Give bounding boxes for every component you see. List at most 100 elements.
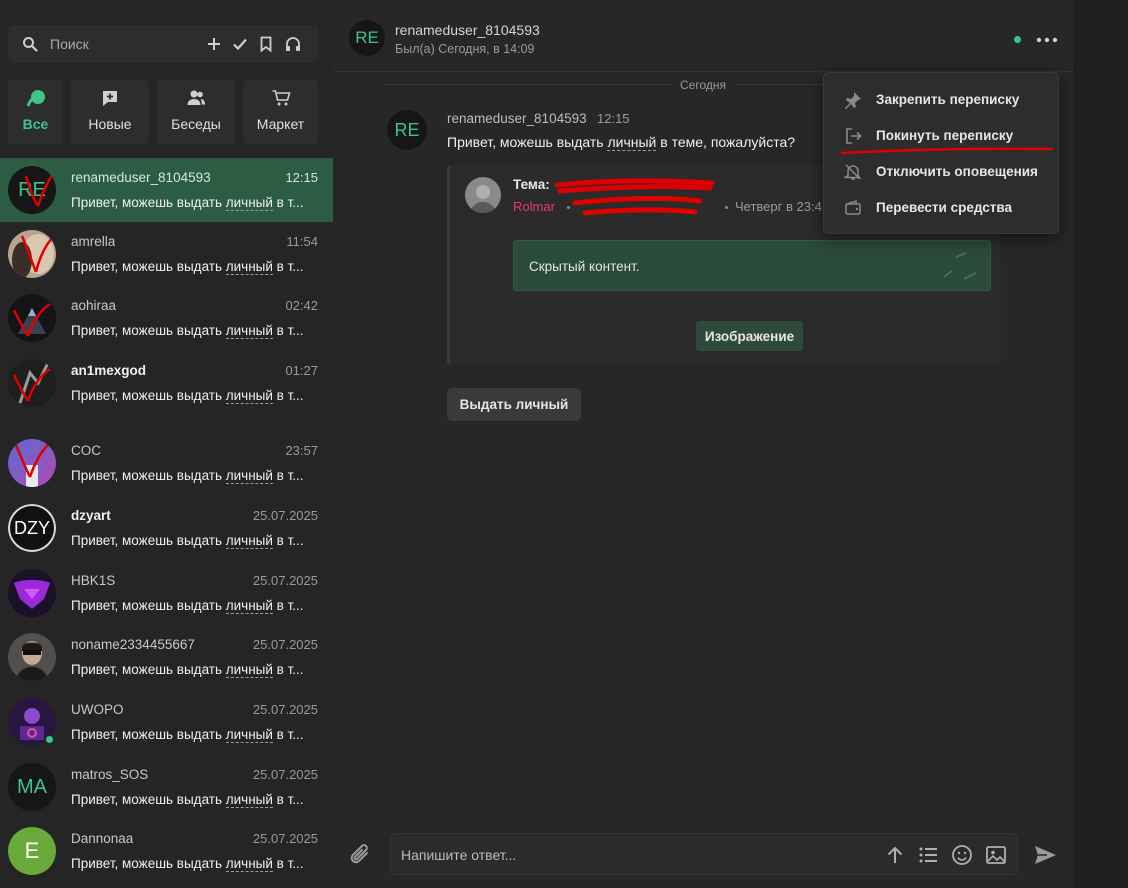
chat-preview: Привет, можешь выдать личный в т... xyxy=(71,662,304,678)
chat-item-renameduser[interactable]: RE renameduser_8104593 12:15 Привет, мож… xyxy=(0,158,333,222)
tab-label: Новые xyxy=(88,116,132,132)
cart-icon xyxy=(271,88,291,108)
avatar: E xyxy=(8,827,56,875)
chat-time: 25.07.2025 xyxy=(252,573,318,588)
tab-market[interactable]: Маркет xyxy=(243,80,318,144)
message-author[interactable]: renameduser_8104593 xyxy=(447,111,587,126)
chat-name: an1mexgod xyxy=(71,363,147,378)
outer-background xyxy=(1073,0,1128,888)
leaf-icon xyxy=(26,88,46,108)
chat-time: 12:15 xyxy=(285,170,318,185)
thread-date: Четверг в 23:4 xyxy=(735,199,822,214)
conversation-sidebar: Поиск Все Новые Беседы Маркет RE renamed… xyxy=(0,0,333,888)
bookmark-icon[interactable] xyxy=(257,35,275,53)
avatar: RE xyxy=(8,166,56,214)
avatar: DZY xyxy=(8,504,56,552)
chat-item-noname[interactable]: noname2334455667 25.07.2025 Привет, може… xyxy=(0,625,333,689)
plus-icon[interactable] xyxy=(205,35,223,53)
chat-preview: Привет, можешь выдать личный в т... xyxy=(71,792,304,808)
send-icon[interactable] xyxy=(1032,842,1058,868)
redaction-scribble xyxy=(555,178,715,216)
chat-name: renameduser_8104593 xyxy=(71,170,211,185)
chat-time: 25.07.2025 xyxy=(252,508,318,523)
chat-preview: Привет, можешь выдать личный в т... xyxy=(71,533,304,549)
chat-item-dzyart[interactable]: DZY dzyart 25.07.2025 Привет, можешь выд… xyxy=(0,496,333,560)
search-icon xyxy=(22,36,38,52)
avatar[interactable]: RE xyxy=(387,110,427,150)
list-icon[interactable] xyxy=(917,844,939,866)
avatar xyxy=(465,177,501,213)
hidden-content-label: Скрытый контент. xyxy=(529,259,640,274)
image-button[interactable]: Изображение xyxy=(696,321,803,351)
conversation-context-menu: Закрепить переписку Покинуть переписку О… xyxy=(823,72,1059,234)
search-input[interactable]: Поиск xyxy=(50,36,89,52)
chat-name: aohiraa xyxy=(71,298,117,313)
more-options-icon[interactable] xyxy=(1034,30,1060,50)
thread-author[interactable]: Rolmar xyxy=(513,199,555,214)
watermark-icon xyxy=(943,252,977,280)
avatar xyxy=(8,294,56,342)
chat-item-matros[interactable]: MA matros_SOS 25.07.2025 Привет, можешь … xyxy=(0,755,333,819)
avatar xyxy=(8,439,56,487)
tab-label: Все xyxy=(22,116,49,132)
chat-time: 25.07.2025 xyxy=(252,831,318,846)
message-composer xyxy=(390,833,1018,875)
message-text: Привет, можешь выдать личный в теме, пож… xyxy=(447,134,796,151)
chat-item-amrella[interactable]: amrella 11:54 Привет, можешь выдать личн… xyxy=(0,222,333,286)
last-seen-status: Был(а) Сегодня, в 14:09 xyxy=(395,42,535,56)
grant-personal-button[interactable]: Выдать личный xyxy=(447,388,581,421)
chat-name: noname2334455667 xyxy=(71,637,195,652)
search-bar[interactable]: Поиск xyxy=(8,25,318,63)
conversation-header: RE renameduser_8104593 Был(а) Сегодня, в… xyxy=(333,0,1073,72)
wallet-icon xyxy=(844,199,862,217)
chat-item-dannonaa[interactable]: E Dannonaa 25.07.2025 Привет, можешь выд… xyxy=(0,819,333,883)
chat-time: 25.07.2025 xyxy=(252,767,318,782)
chat-preview: Привет, можешь выдать личный в т... xyxy=(71,598,304,614)
users-icon xyxy=(186,88,206,108)
messenger-window: Поиск Все Новые Беседы Маркет RE renamed… xyxy=(0,0,1073,888)
online-indicator xyxy=(44,734,55,745)
conversation-title[interactable]: renameduser_8104593 xyxy=(395,22,540,38)
tab-conversations[interactable]: Беседы xyxy=(157,80,235,144)
chat-name: COC xyxy=(71,443,101,458)
paperclip-icon[interactable] xyxy=(348,842,374,868)
chat-time: 01:27 xyxy=(285,363,318,378)
message-time: 12:15 xyxy=(597,111,630,126)
tab-all[interactable]: Все xyxy=(8,80,63,144)
chat-time: 11:54 xyxy=(286,234,318,249)
tab-label: Маркет xyxy=(256,116,305,132)
emoji-icon[interactable] xyxy=(951,844,973,866)
chat-plus-icon xyxy=(100,88,120,108)
online-indicator xyxy=(1014,36,1021,43)
arrow-up-icon[interactable] xyxy=(884,844,906,866)
chat-item-aohiraa[interactable]: aohiraa 02:42 Привет, можешь выдать личн… xyxy=(0,286,333,350)
menu-item-mute[interactable]: Отключить оповещения xyxy=(824,154,1058,190)
image-icon[interactable] xyxy=(985,844,1007,866)
chat-name: Dannonaa xyxy=(71,831,134,846)
avatar: MA xyxy=(8,763,56,811)
thread-title: Тема: xyxy=(513,177,550,192)
avatar xyxy=(8,359,56,407)
menu-item-transfer[interactable]: Перевести средства xyxy=(824,190,1058,226)
check-icon[interactable] xyxy=(231,35,249,53)
chat-item-uwopo[interactable]: UWOPO 25.07.2025 Привет, можешь выдать л… xyxy=(0,690,333,754)
chat-preview: Привет, можешь выдать личный в т... xyxy=(71,727,304,743)
message-input[interactable] xyxy=(401,844,861,866)
menu-item-leave[interactable]: Покинуть переписку xyxy=(824,118,1058,155)
avatar xyxy=(8,569,56,617)
chat-preview: Привет, можешь выдать личный в т... xyxy=(71,323,304,339)
chat-item-coc[interactable]: COC 23:57 Привет, можешь выдать личный в… xyxy=(0,431,333,495)
chat-preview: Привет, можешь выдать личный в т... xyxy=(71,856,304,872)
chat-item-hbk1s[interactable]: HBK1S 25.07.2025 Привет, можешь выдать л… xyxy=(0,561,333,625)
tab-label: Беседы xyxy=(171,116,221,132)
avatar[interactable]: RE xyxy=(349,20,385,56)
headphones-icon[interactable] xyxy=(284,35,302,53)
chat-preview: Привет, можешь выдать личный в т... xyxy=(71,388,304,404)
chat-item-an1mexgod[interactable]: an1mexgod 01:27 Привет, можешь выдать ли… xyxy=(0,351,333,415)
chat-name: UWOPO xyxy=(71,702,124,717)
chat-name: dzyart xyxy=(71,508,111,523)
avatar xyxy=(8,230,56,278)
menu-item-pin[interactable]: Закрепить переписку xyxy=(824,82,1058,118)
tab-new[interactable]: Новые xyxy=(71,80,149,144)
chat-preview: Привет, можешь выдать личный в т... xyxy=(71,468,304,484)
